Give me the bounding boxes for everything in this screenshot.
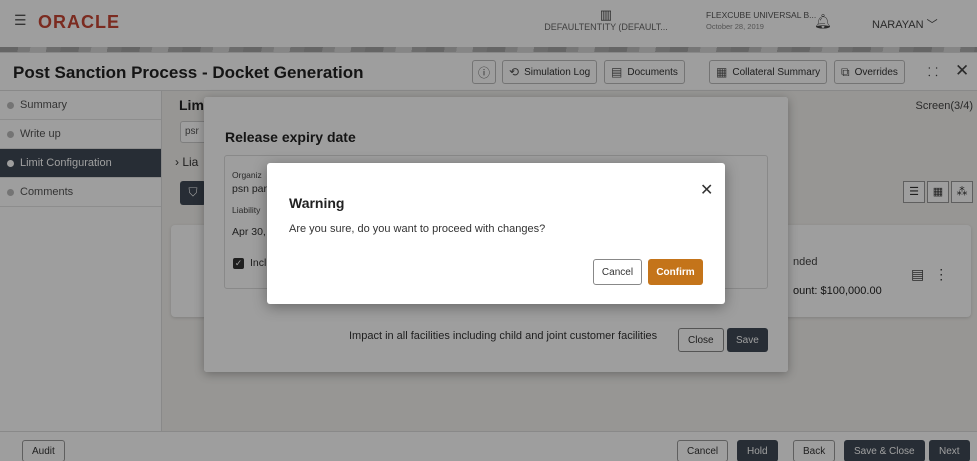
warning-cancel-button[interactable]: Cancel: [593, 259, 642, 285]
confirm-button[interactable]: Confirm: [648, 259, 703, 285]
close-icon[interactable]: ✕: [700, 180, 713, 200]
warning-title: Warning: [289, 195, 345, 211]
warning-dialog: Warning ✕ Are you sure, do you want to p…: [267, 163, 725, 304]
warning-message: Are you sure, do you want to proceed wit…: [289, 223, 546, 235]
